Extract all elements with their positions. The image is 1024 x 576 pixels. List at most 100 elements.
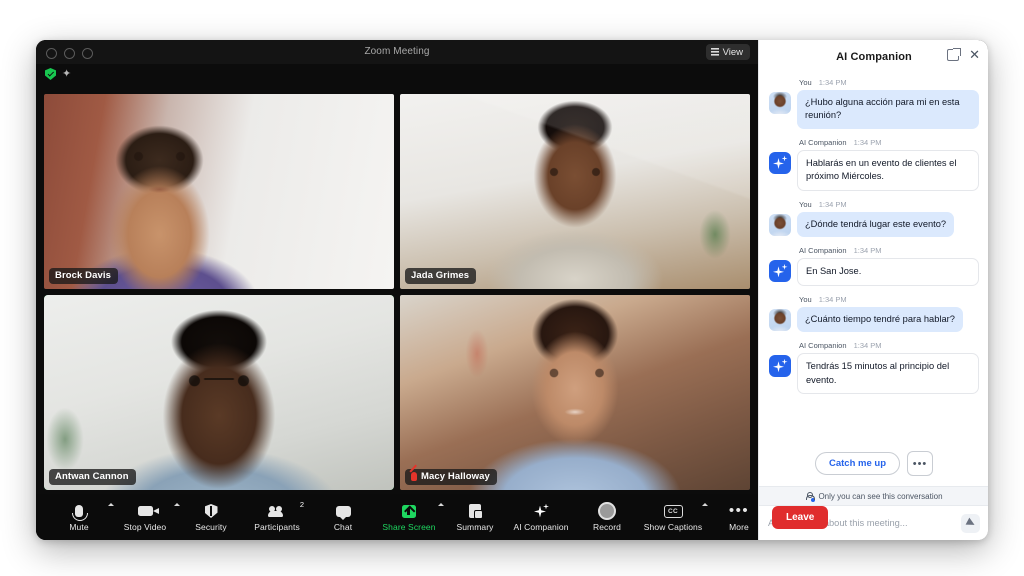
chat-message-list[interactable]: You 1:34 PM ¿Hubo alguna acción para mi … xyxy=(759,74,988,443)
send-icon xyxy=(965,517,976,529)
panel-header: AI Companion ✕ xyxy=(759,40,988,74)
participant-video xyxy=(44,94,394,289)
user-avatar-icon xyxy=(769,213,791,236)
encryption-shield-icon[interactable] xyxy=(45,68,56,80)
toolbar-button-chat[interactable]: Chat xyxy=(310,496,376,538)
video-tile-macy-halloway[interactable]: Macy Halloway xyxy=(400,295,750,490)
participant-video xyxy=(44,295,394,490)
message-author: You xyxy=(799,78,812,87)
message-body: AI Companion 1:34 PM En San Jose. xyxy=(797,246,979,286)
chat-bubble-icon xyxy=(335,503,351,520)
pin-icon[interactable]: ✦ xyxy=(62,68,73,80)
toolbar-button-more[interactable]: ••• More xyxy=(706,496,772,538)
message-body: You 1:34 PM ¿Dónde tendrá lugar este eve… xyxy=(797,200,979,238)
user-avatar-icon xyxy=(769,92,791,114)
message-author: AI Companion xyxy=(799,246,847,256)
more-suggestions-button[interactable]: ••• xyxy=(907,451,933,476)
muted-microphone-icon xyxy=(411,472,417,481)
avatar xyxy=(769,78,791,129)
video-tile-jada-grimes[interactable]: Jada Grimes xyxy=(400,94,750,289)
video-tile-antwan-cannon[interactable]: Antwan Cannon xyxy=(44,295,394,490)
chat-message: You 1:34 PM ¿Hubo alguna acción para mi … xyxy=(769,78,979,129)
participant-name: Brock Davis xyxy=(55,270,112,281)
participant-name-badge: Brock Davis xyxy=(49,268,119,284)
toolbar-label: Security xyxy=(195,521,227,532)
leave-meeting-button[interactable]: Leave xyxy=(772,505,829,529)
message-time: 1:34 PM xyxy=(853,341,882,351)
grid-icon xyxy=(710,48,719,56)
view-button[interactable]: View xyxy=(705,44,750,60)
window-title: Zoom Meeting xyxy=(364,46,430,57)
message-meta: You 1:34 PM xyxy=(799,295,979,304)
toolbar-button-participants[interactable]: Participants 2 xyxy=(244,496,310,538)
privacy-notice: Only you can see this conversation xyxy=(759,486,988,506)
toolbar-button-stop-video[interactable]: Stop Video xyxy=(112,496,180,538)
message-time: 1:34 PM xyxy=(818,78,847,87)
message-time: 1:34 PM xyxy=(818,199,847,209)
toolbar-label: Record xyxy=(592,521,621,532)
participants-count-badge: 2 xyxy=(299,500,304,509)
participant-name: Jada Grimes xyxy=(411,270,470,281)
message-body: You 1:34 PM ¿Hubo alguna acción para mi … xyxy=(797,78,979,129)
avatar xyxy=(769,295,791,332)
participant-name-badge: Macy Halloway xyxy=(405,469,497,485)
avatar xyxy=(769,246,791,285)
message-time: 1:34 PM xyxy=(853,246,882,256)
toolbar-button-ai-companion[interactable]: AI Companion xyxy=(508,496,574,538)
message-time: 1:34 PM xyxy=(853,137,882,147)
message-time: 1:34 PM xyxy=(818,294,847,304)
catch-me-up-button[interactable]: Catch me up xyxy=(814,452,900,475)
user-avatar-icon xyxy=(769,308,791,331)
closed-captions-icon: CC xyxy=(663,503,683,520)
summary-document-icon xyxy=(469,503,483,520)
chat-message: AI Companion 1:34 PM Tendrás 15 minutos … xyxy=(769,341,979,395)
chat-message: You 1:34 PM ¿Dónde tendrá lugar este eve… xyxy=(769,200,979,238)
send-button[interactable] xyxy=(961,513,980,533)
screen: Zoom Meeting View ✦ Brock Davis Jada Gri… xyxy=(0,0,1024,576)
message-body: AI Companion 1:34 PM Hablarás en un even… xyxy=(797,138,979,191)
message-meta: You 1:34 PM xyxy=(799,78,979,87)
toolbar-button-mute[interactable]: Mute xyxy=(46,496,114,538)
toolbar-label: Chat xyxy=(333,521,353,532)
ai-companion-avatar-icon xyxy=(769,260,791,283)
toolbar-button-show-captions[interactable]: CC Show Captions xyxy=(640,496,708,538)
avatar xyxy=(769,200,791,237)
message-meta: AI Companion 1:34 PM xyxy=(799,138,979,147)
close-icon[interactable]: ✕ xyxy=(969,48,980,61)
message-text: ¿Hubo alguna acción para mi en esta reun… xyxy=(797,90,979,129)
participant-name-badge: Jada Grimes xyxy=(405,268,477,284)
popout-icon[interactable] xyxy=(947,47,961,61)
message-body: AI Companion 1:34 PM Tendrás 15 minutos … xyxy=(797,341,979,395)
ellipsis-icon: ••• xyxy=(729,503,749,520)
privacy-notice-text: Only you can see this conversation xyxy=(818,491,943,501)
toolbar-label: Stop Video xyxy=(123,521,167,532)
camera-icon xyxy=(137,503,159,520)
video-tile-brock-davis[interactable]: Brock Davis xyxy=(44,94,394,289)
message-author: You xyxy=(799,294,812,304)
panel-title: AI Companion xyxy=(836,51,912,63)
toolbar-button-summary[interactable]: Summary xyxy=(442,496,508,538)
toolbar-label: Mute xyxy=(69,521,89,532)
sparkle-icon xyxy=(533,503,549,520)
private-person-icon xyxy=(805,491,816,502)
toolbar-label: More xyxy=(729,521,749,532)
toolbar-label: Participants xyxy=(254,521,300,532)
message-meta: You 1:34 PM xyxy=(799,200,979,209)
message-meta: AI Companion 1:34 PM xyxy=(799,341,979,350)
participant-name-badge: Antwan Cannon xyxy=(49,469,136,485)
toolbar-button-share-screen[interactable]: Share Screen xyxy=(376,496,444,538)
toolbar-label: Show Captions xyxy=(643,521,703,532)
toolbar-label: AI Companion xyxy=(513,521,569,532)
message-meta: AI Companion 1:34 PM xyxy=(799,246,979,255)
participant-name: Macy Halloway xyxy=(421,471,490,482)
toolbar-button-record[interactable]: Record xyxy=(574,496,640,538)
video-grid: Brock Davis Jada Grimes Antwan Cannon Ma… xyxy=(44,94,750,490)
participant-video xyxy=(400,295,750,490)
toolbar-label: Summary xyxy=(456,521,494,532)
suggestion-row: Catch me up ••• xyxy=(759,443,988,486)
avatar xyxy=(769,138,791,191)
record-circle-icon xyxy=(598,502,616,520)
zoom-meeting-window: Zoom Meeting View ✦ Brock Davis Jada Gri… xyxy=(36,40,988,540)
message-author: You xyxy=(799,199,812,209)
toolbar-button-security[interactable]: Security xyxy=(178,496,244,538)
